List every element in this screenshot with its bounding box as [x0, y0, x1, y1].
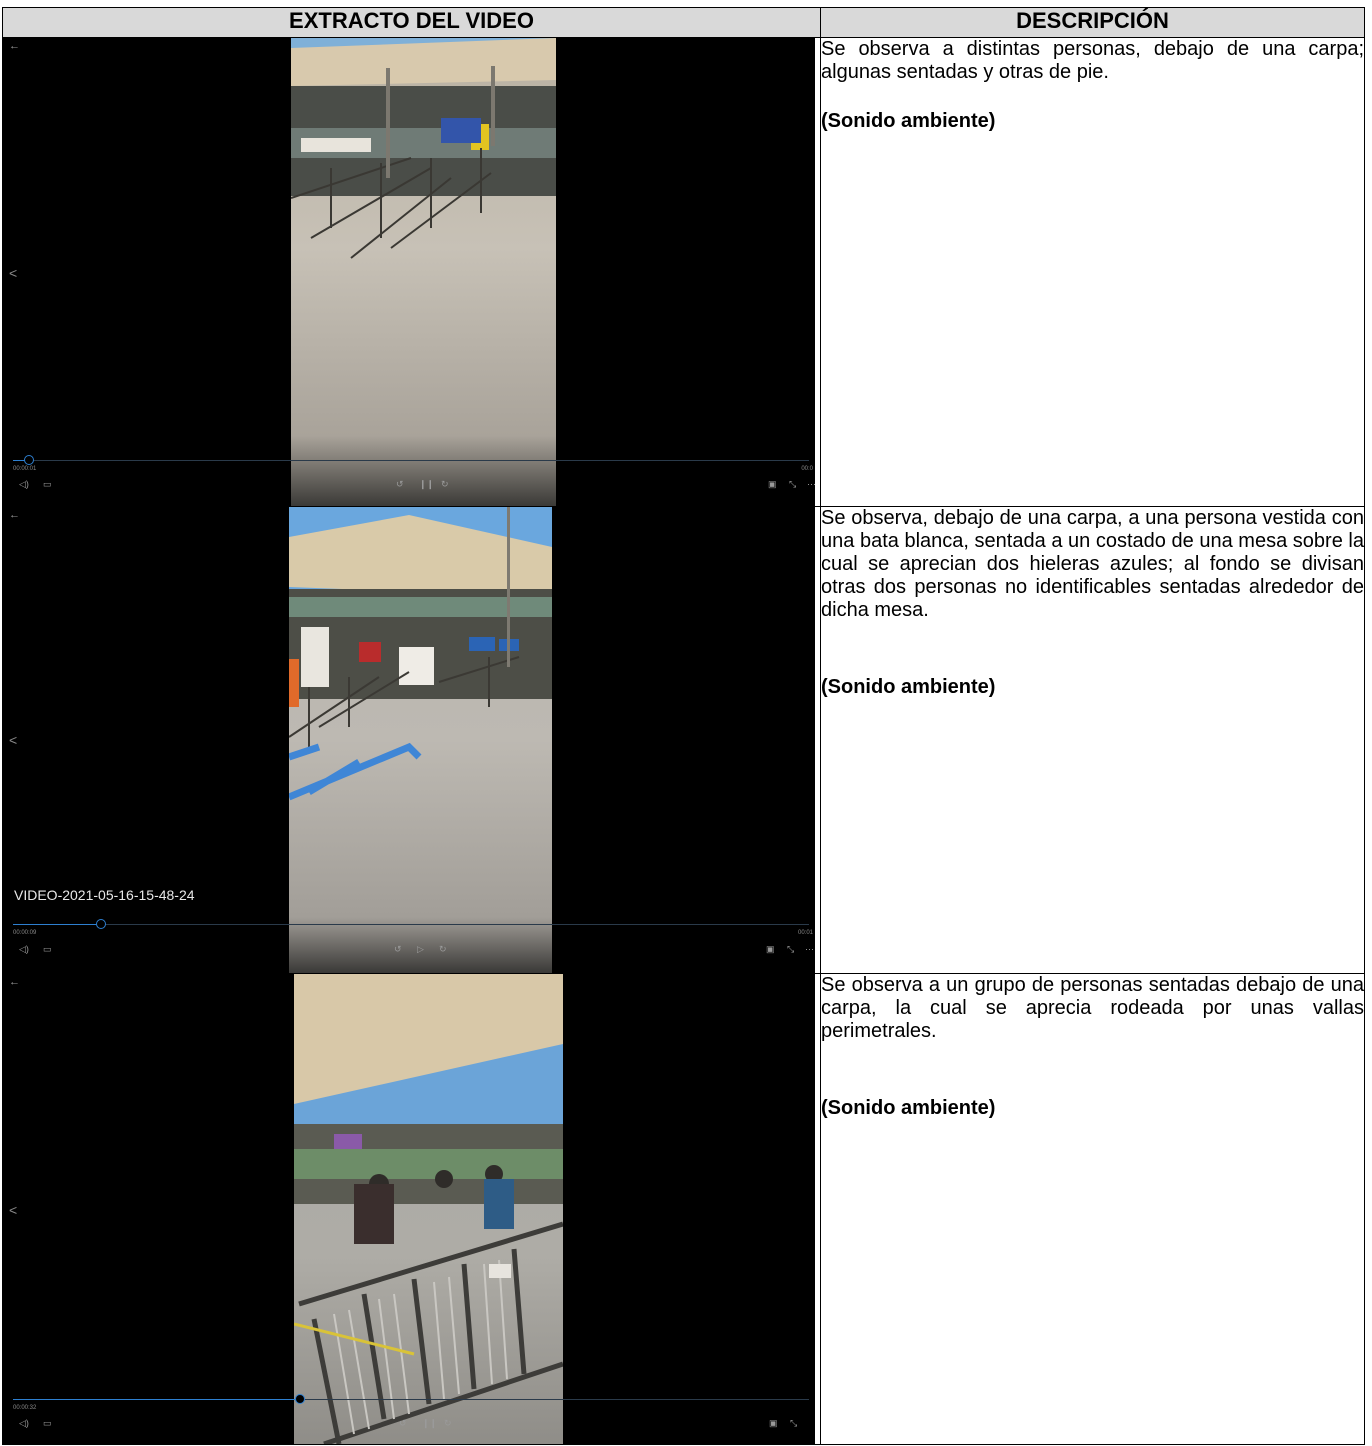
forward-icon[interactable]: ↻ — [439, 944, 447, 955]
sound-note: (Sonido ambiente) — [821, 110, 996, 132]
video-frame-cell: ← < VIDEO-2021-05-16-15-48-24 00:00:09 0… — [2, 506, 821, 974]
miniplayer-icon[interactable]: ▣ — [768, 479, 777, 490]
chevron-left-icon[interactable]: < — [9, 265, 17, 281]
description-cell: Se observa, debajo de una carpa, a una p… — [820, 506, 1365, 974]
subtitles-icon[interactable]: ▭ — [43, 944, 52, 955]
table-row: ← < VIDEO-2021-05-16-15-48-24 00:00:09 0… — [2, 506, 1365, 974]
fullscreen-icon[interactable]: ⤡ — [787, 944, 794, 955]
sound-note: (Sonido ambiente) — [821, 1097, 996, 1119]
subtitles-icon[interactable]: ▭ — [43, 479, 52, 490]
header-video: EXTRACTO DEL VIDEO — [2, 7, 821, 38]
total-time: 00:01 — [797, 930, 813, 936]
progress-knob[interactable] — [294, 1394, 305, 1404]
progress-knob[interactable] — [23, 455, 34, 465]
video-title: VIDEO-2021-05-16-15-48-24 — [14, 887, 195, 903]
evidence-table: EXTRACTO DEL VIDEO DESCRIPCIÓN ← < 00:00… — [2, 7, 1365, 1445]
total-time: 00:0 — [801, 466, 813, 472]
pause-icon[interactable]: ❙❙ — [422, 1418, 437, 1429]
description-text: Se observa a un grupo de personas sentad… — [821, 974, 1364, 1042]
description-cell: Se observa a un grupo de personas sentad… — [820, 973, 1365, 1445]
description-text: Se observa, debajo de una carpa, a una p… — [821, 507, 1364, 621]
pause-icon[interactable]: ❙❙ — [419, 479, 434, 490]
volume-icon[interactable]: ◁) — [19, 1418, 29, 1429]
fullscreen-icon[interactable]: ⤡ — [789, 479, 796, 490]
back-arrow-icon[interactable]: ← — [9, 40, 20, 52]
back-arrow-icon[interactable]: ← — [9, 976, 20, 988]
video-player: ← < 00:00:32 ◁) ▭ ↺ ❙❙ ↻ ▣ ⤡ — [3, 974, 815, 1444]
video-frame-cell: ← < 00:00:32 ◁) ▭ ↺ ❙❙ ↻ ▣ ⤡ — [2, 973, 821, 1445]
chevron-left-icon[interactable]: < — [9, 1202, 17, 1218]
header-description: DESCRIPCIÓN — [820, 7, 1365, 38]
video-frame — [291, 38, 556, 506]
chevron-left-icon[interactable]: < — [9, 732, 17, 748]
table-row: ← < 00:00:32 ◁) ▭ ↺ ❙❙ ↻ ▣ ⤡ Se observa … — [2, 973, 1365, 1445]
forward-icon[interactable]: ↻ — [441, 479, 449, 490]
progress-bar[interactable] — [13, 919, 809, 929]
progress-fill — [13, 924, 101, 925]
elapsed-time: 00:00:09 — [13, 930, 37, 936]
progress-fill — [13, 1399, 300, 1400]
sound-note: (Sonido ambiente) — [821, 676, 996, 698]
video-frame-cell: ← < 00:00:01 00:0 ◁) ▭ ↺ ❙❙ ↻ ▣ ⤡ ⋯ — [2, 37, 821, 507]
subtitles-icon[interactable]: ▭ — [43, 1418, 52, 1429]
fullscreen-icon[interactable]: ⤡ — [790, 1418, 797, 1429]
more-icon[interactable]: ⋯ — [805, 944, 814, 955]
progress-knob[interactable] — [95, 919, 106, 929]
elapsed-time: 00:00:01 — [13, 466, 37, 472]
video-frame — [294, 974, 563, 1444]
table-row: ← < 00:00:01 00:0 ◁) ▭ ↺ ❙❙ ↻ ▣ ⤡ ⋯ Se o… — [2, 37, 1365, 507]
description-cell: Se observa a distintas personas, debajo … — [820, 37, 1365, 507]
progress-bar[interactable] — [13, 455, 809, 465]
play-icon[interactable]: ▷ — [417, 944, 424, 955]
progress-bar[interactable] — [13, 1394, 809, 1404]
elapsed-time: 00:00:32 — [13, 1405, 37, 1411]
rewind-icon[interactable]: ↺ — [394, 944, 402, 955]
header-row: EXTRACTO DEL VIDEO DESCRIPCIÓN — [2, 7, 1365, 38]
description-text: Se observa a distintas personas, debajo … — [821, 38, 1364, 83]
video-frame — [289, 507, 552, 973]
volume-icon[interactable]: ◁) — [19, 479, 29, 490]
rewind-icon[interactable]: ↺ — [399, 1418, 407, 1429]
miniplayer-icon[interactable]: ▣ — [769, 1418, 778, 1429]
forward-icon[interactable]: ↻ — [444, 1418, 452, 1429]
rewind-icon[interactable]: ↺ — [396, 479, 404, 490]
video-player: ← < 00:00:01 00:0 ◁) ▭ ↺ ❙❙ ↻ ▣ ⤡ ⋯ — [3, 38, 815, 506]
back-arrow-icon[interactable]: ← — [9, 509, 20, 521]
video-player: ← < VIDEO-2021-05-16-15-48-24 00:00:09 0… — [3, 507, 815, 973]
more-icon[interactable]: ⋯ — [807, 479, 815, 490]
volume-icon[interactable]: ◁) — [19, 944, 29, 955]
miniplayer-icon[interactable]: ▣ — [766, 944, 775, 955]
